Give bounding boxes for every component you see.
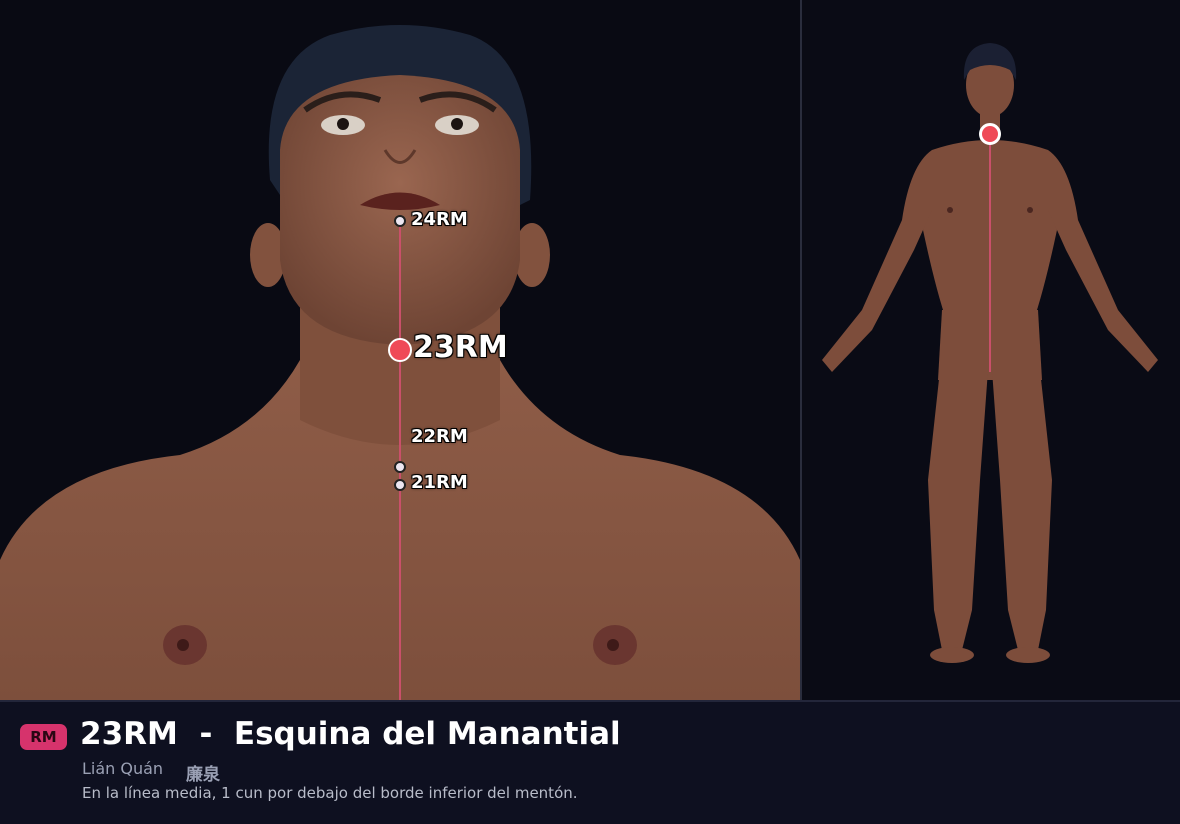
point-label-21rm[interactable]: 21RM (411, 472, 468, 493)
main-3d-view[interactable]: 24RM 23RM 22RM 21RM (0, 0, 800, 700)
point-info-panel: RM 23RM - Esquina del Manantial Lián Quá… (0, 700, 1180, 824)
minimap-point-marker-23rm[interactable] (979, 123, 1001, 145)
point-marker-24rm[interactable] (394, 215, 406, 227)
point-marker-22rm[interactable] (394, 461, 406, 473)
point-title: 23RM - Esquina del Manantial (80, 716, 621, 752)
point-marker-23rm-selected[interactable] (388, 338, 412, 362)
point-label-22rm[interactable]: 22RM (411, 426, 468, 447)
point-description: En la línea media, 1 cun por debajo del … (82, 784, 578, 802)
point-label-24rm[interactable]: 24RM (411, 209, 468, 230)
full-body-figure (822, 43, 1158, 663)
point-hanzi: 廉泉 (186, 765, 220, 785)
point-marker-21rm[interactable] (394, 479, 406, 491)
point-label-23rm[interactable]: 23RM (413, 330, 508, 365)
point-pinyin: Lián Quán (82, 759, 164, 778)
meridian-badge: RM (20, 724, 67, 750)
full-body-minimap[interactable] (802, 0, 1180, 700)
